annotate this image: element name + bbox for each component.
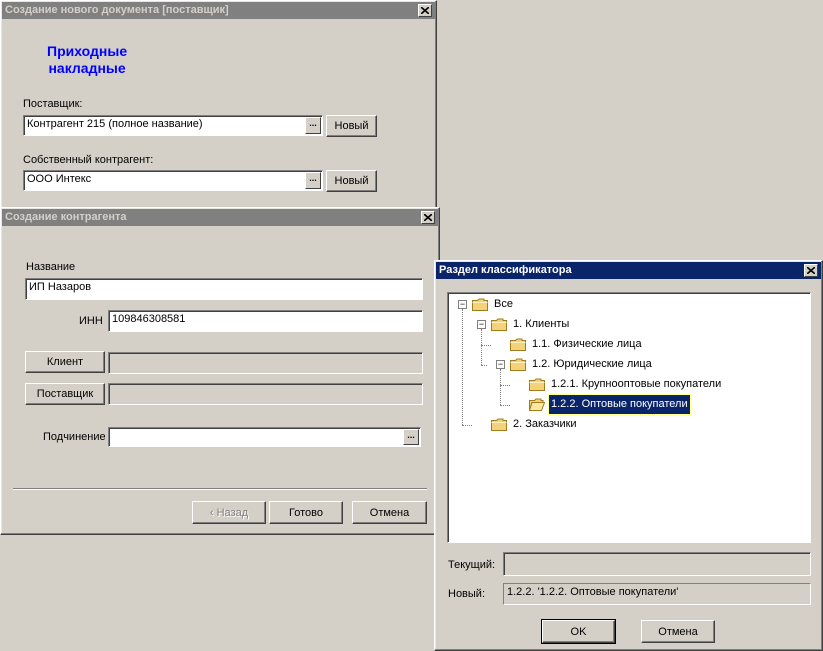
inn-label: ИНН [79,315,103,327]
folder-icon [510,338,526,351]
supplier-label: Поставщик: [23,98,83,110]
subordination-label: Подчинение [43,431,106,443]
classifier-cancel-button[interactable]: Отмена [641,620,715,643]
create-contractor-title: Создание контрагента [5,211,127,223]
inn-field-value: 109846308581 [112,313,186,325]
classifier-tree[interactable]: − Все − 1. Клиенты 1.1. Физические лица … [447,292,811,543]
new-field: 1.2.2. '1.2.2. Оптовые покупатели' [503,583,811,605]
folder-open-icon [529,398,545,411]
finish-button[interactable]: Готово [269,501,343,524]
folder-icon [491,318,507,331]
supplier-field-value: Контрагент 215 (полное название) [27,118,203,130]
tree-item-label: Все [494,297,513,310]
tree-item-legal-entities[interactable]: 1.2. Юридические лица [510,355,654,373]
tree-expander[interactable]: − [496,360,505,369]
name-label: Название [26,261,76,273]
tree-item-label: 1.2.2. Оптовые покупатели [548,393,691,415]
supplier-field-2 [108,383,423,405]
tree-expander[interactable]: − [477,320,486,329]
own-contractor-ellipsis-button[interactable]: ... [305,172,321,189]
wizard-separator [13,488,427,490]
new-document-title: Создание нового документа [поставщик] [5,4,229,16]
tree-connector [462,425,472,426]
close-icon [807,267,815,274]
tree-item-label: 1. Клиенты [513,317,570,330]
tree-expander[interactable]: − [458,300,467,309]
tree-item-label: 2. Заказчики [513,417,577,430]
tree-item-customers[interactable]: 2. Заказчики [491,415,579,433]
folder-icon [472,298,488,311]
new-document-window: Создание нового документа [поставщик] Пр… [0,0,437,215]
folder-icon [529,378,545,391]
own-contractor-new-button[interactable]: Новый [326,170,377,192]
close-icon [424,214,432,221]
tree-connector [500,385,510,386]
folder-icon [510,358,526,371]
classifier-window: Раздел классификатора − Все − 1. Клиенты [434,260,823,651]
tree-connector [500,405,510,406]
classifier-titlebar[interactable]: Раздел классификатора [436,262,821,279]
classifier-title: Раздел классификатора [439,264,572,276]
subordination-ellipsis-button[interactable]: ... [403,429,419,445]
tree-item-individuals[interactable]: 1.1. Физические лица [510,335,644,353]
new-label: Новый: [448,588,486,600]
supplier-new-button[interactable]: Новый [326,115,377,137]
inn-field[interactable]: 109846308581 [108,310,423,332]
supplier-ellipsis-button[interactable]: ... [305,117,321,134]
own-contractor-label: Собственный контрагент: [23,154,154,166]
client-button[interactable]: Клиент [25,351,105,373]
own-contractor-field[interactable]: ООО Интекс ... [23,170,323,191]
current-label: Текущий: [448,559,496,571]
tree-connector [481,345,491,346]
new-document-titlebar[interactable]: Создание нового документа [поставщик] [2,2,435,19]
create-contractor-close-button[interactable] [421,211,435,224]
name-field-value: ИП Назаров [29,281,92,293]
new-document-close-button[interactable] [418,4,432,17]
supplier-button[interactable]: Поставщик [25,383,105,405]
doc-heading: Приходные накладные [47,43,128,76]
subordination-field[interactable]: ... [108,427,421,447]
tree-connector [500,369,501,405]
classifier-close-button[interactable] [804,264,818,277]
cancel-button[interactable]: Отмена [352,501,427,524]
tree-item-wholesale[interactable]: 1.2.2. Оптовые покупатели [529,393,691,415]
create-contractor-titlebar[interactable]: Создание контрагента [2,209,438,226]
tree-item-large-wholesale[interactable]: 1.2.1. Крупнооптовые покупатели [529,375,723,393]
back-button[interactable]: ‹ Назад [192,501,266,524]
tree-item-label: 1.1. Физические лица [532,337,642,350]
tree-item-all[interactable]: Все [472,295,515,313]
tree-connector [462,309,463,425]
tree-connector [481,365,487,366]
tree-item-clients[interactable]: 1. Клиенты [491,315,571,333]
ok-button[interactable]: OK [541,619,616,644]
current-field [503,552,811,576]
create-contractor-window: Создание контрагента Название ИП Назаров… [0,207,440,535]
close-icon [421,7,429,14]
name-field[interactable]: ИП Назаров [25,278,423,300]
client-field [108,352,423,374]
tree-item-label: 1.2. Юридические лица [532,357,652,370]
tree-connector [481,329,482,365]
own-contractor-field-value: ООО Интекс [27,173,92,185]
folder-icon [491,418,507,431]
tree-item-label: 1.2.1. Крупнооптовые покупатели [551,377,722,390]
supplier-field[interactable]: Контрагент 215 (полное название) ... [23,115,323,136]
new-field-value: 1.2.2. '1.2.2. Оптовые покупатели' [507,586,679,598]
